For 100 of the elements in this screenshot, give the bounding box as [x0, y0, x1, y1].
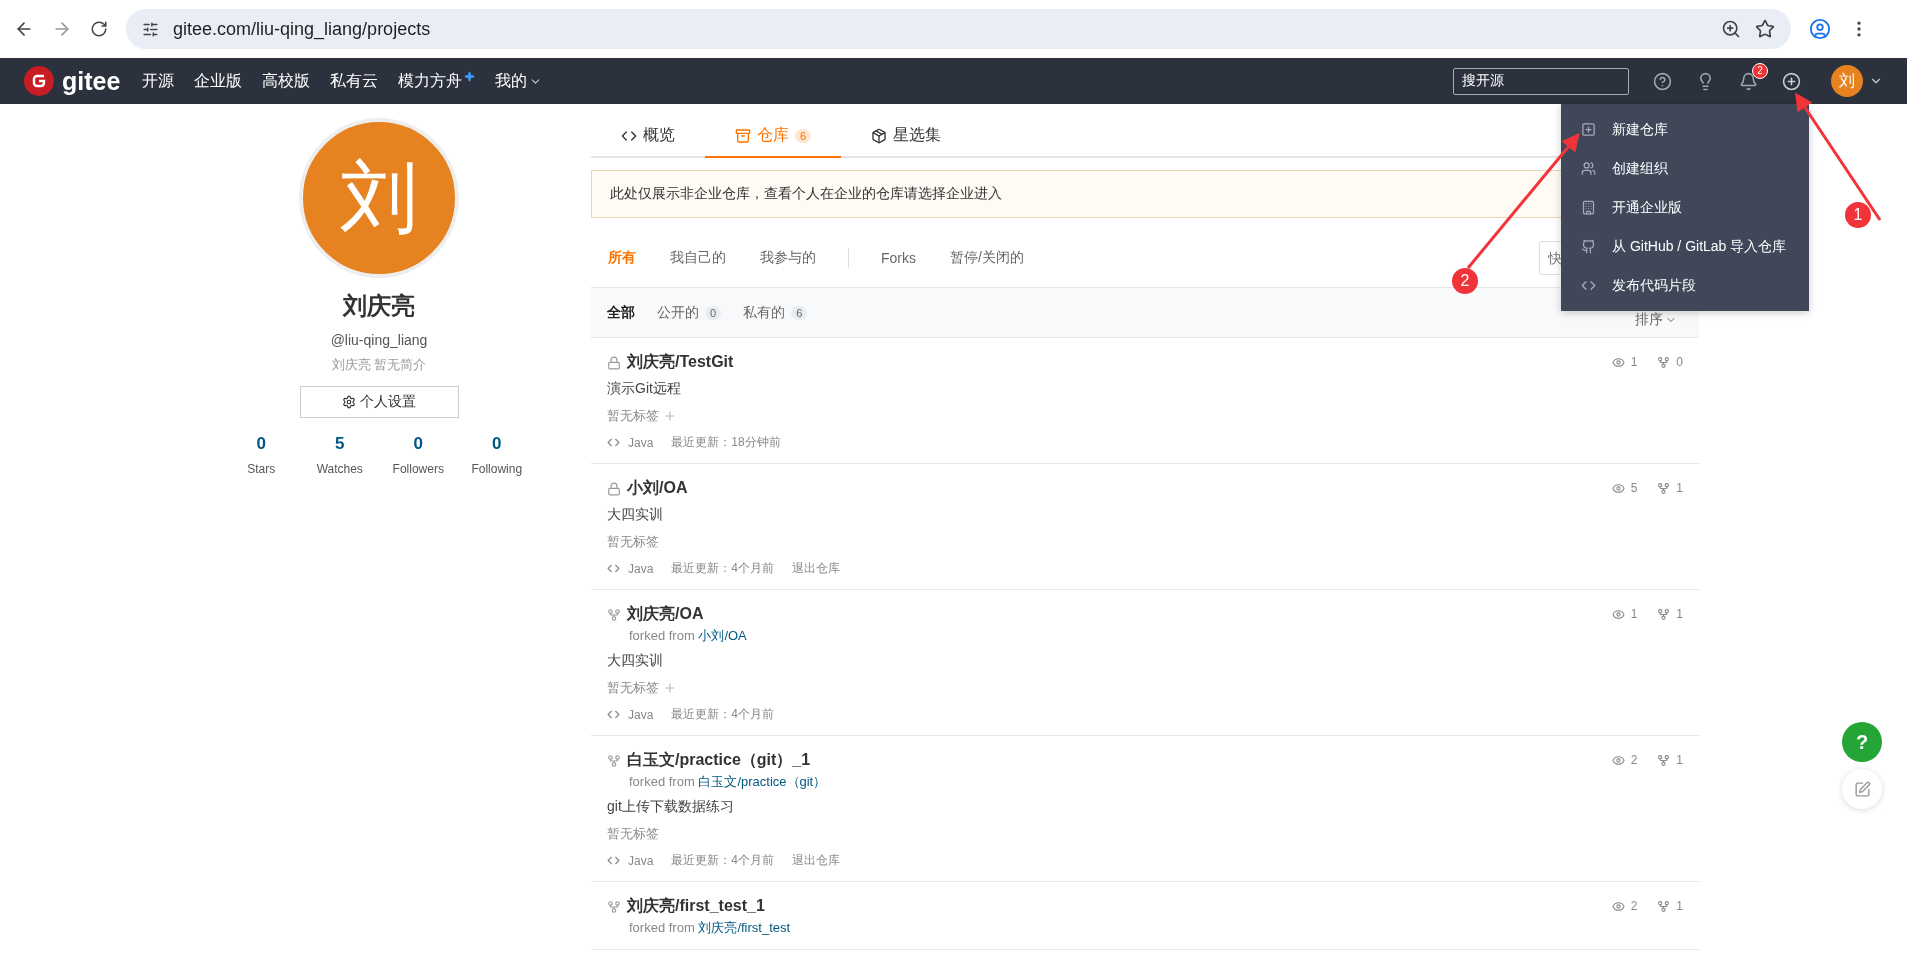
fork-icon: [607, 607, 621, 622]
repo-language: Java: [628, 707, 654, 722]
repo-tags: 暂无标签: [607, 407, 659, 425]
visibility-filter[interactable]: 公开的 0: [657, 303, 722, 322]
repo-language: Java: [628, 561, 654, 576]
eye-icon: [1611, 355, 1625, 369]
plus-icon[interactable]: [1782, 71, 1801, 91]
tab[interactable]: 星选集: [841, 125, 972, 158]
bell-icon[interactable]: [1739, 71, 1758, 91]
menu-item[interactable]: 新建仓库: [1561, 110, 1809, 149]
settings-button[interactable]: 个人设置: [299, 386, 459, 418]
people-icon: [1581, 161, 1596, 176]
forked-from-text: forked from 刘庆亮/first_test: [629, 919, 792, 937]
menu-item[interactable]: 发布代码片段: [1561, 266, 1809, 305]
filter-tab[interactable]: 暂停/关闭的: [933, 249, 1041, 267]
package-icon: [871, 127, 888, 144]
repo-description: 大四实训: [607, 652, 664, 670]
fork-icon: [607, 753, 621, 768]
code-icon: [1581, 278, 1596, 293]
repo-name-link[interactable]: 白玉文/practice（git）_1: [627, 750, 811, 771]
leave-repo-link[interactable]: 退出仓库: [792, 560, 841, 577]
fork-icon: [1657, 899, 1671, 913]
repo-name-link[interactable]: 刘庆亮/first_test_1: [627, 896, 765, 917]
filter-tab[interactable]: 我自己的: [653, 249, 743, 267]
menu-item-label: 发布代码片段: [1612, 276, 1696, 295]
watch-count: 5: [1630, 481, 1638, 495]
repo-name-link[interactable]: 刘庆亮/TestGit: [627, 352, 734, 373]
nav-link[interactable]: 开源: [142, 70, 175, 92]
menu-item-label: 开通企业版: [1612, 198, 1682, 217]
stat-value[interactable]: 0: [413, 434, 423, 454]
stat-label: Watches: [316, 462, 363, 476]
bookmark-star-icon[interactable]: [1755, 19, 1775, 39]
tab-count: 6: [795, 128, 812, 143]
menu-item[interactable]: 创建组织: [1561, 149, 1809, 188]
stat-value[interactable]: 0: [256, 434, 266, 454]
profile-avatar: 刘: [299, 118, 459, 278]
repo-updated: 最近更新：18分钟前: [671, 434, 781, 451]
search-field[interactable]: 搜开源: [1453, 67, 1629, 95]
repo-language: Java: [628, 853, 654, 868]
repo-tags: 暂无标签: [607, 679, 659, 697]
repo-description: 演示Git远程: [607, 380, 682, 398]
nav-link[interactable]: 模力方舟: [398, 70, 476, 92]
stat-label: Following: [471, 462, 523, 476]
watch-count: 2: [1630, 753, 1638, 767]
menu-item[interactable]: 从 GitHub / GitLab 导入仓库: [1561, 227, 1809, 266]
edit-icon: [1853, 780, 1871, 798]
zoom-icon[interactable]: [1721, 19, 1741, 39]
filter-count: 6: [791, 305, 808, 320]
repo-tags: 暂无标签: [607, 825, 659, 843]
forked-from-text: forked from 白玉文/practice（git）: [629, 773, 828, 791]
leave-repo-link[interactable]: 退出仓库: [792, 852, 841, 869]
fork-icon: [1657, 481, 1671, 495]
lock-icon: [607, 481, 621, 496]
repo-language: Java: [628, 435, 654, 450]
fork-icon: [1657, 355, 1671, 369]
forked-from-link[interactable]: 小刘/OA: [698, 628, 747, 643]
tab[interactable]: 概览: [591, 125, 705, 158]
site-info-icon[interactable]: [142, 20, 159, 38]
repo-description: git上传下载数据练习: [607, 798, 735, 816]
logo-icon[interactable]: [24, 66, 54, 96]
code-icon: [607, 436, 620, 449]
profile-bio: 刘庆亮 暂无简介: [331, 356, 427, 374]
stat-value[interactable]: 5: [335, 434, 345, 454]
filter-tab[interactable]: 我参与的: [743, 249, 833, 267]
forked-from-text: forked from 小刘/OA: [629, 627, 748, 645]
visibility-filter[interactable]: 私有的 6: [743, 303, 808, 322]
building-icon: [1581, 200, 1596, 215]
nav-link[interactable]: 企业版: [194, 70, 243, 92]
repo-name-link[interactable]: 小刘/OA: [627, 478, 688, 499]
repo-tags: 暂无标签: [607, 533, 659, 551]
settings-icon: [342, 395, 356, 409]
reload-icon[interactable]: [90, 20, 108, 38]
nav-link[interactable]: 我的: [495, 70, 543, 92]
profile-name: 刘庆亮: [343, 291, 415, 321]
visibility-filter[interactable]: 全部: [607, 303, 635, 322]
fork-count: 1: [1676, 899, 1683, 913]
fork-icon: [1657, 753, 1671, 767]
code-icon: [607, 562, 620, 575]
menu-item-label: 创建组织: [1612, 159, 1668, 178]
repo-updated: 最近更新：4个月前: [671, 560, 775, 577]
eye-icon: [1611, 753, 1625, 767]
annotation-marker: 2: [1452, 268, 1478, 294]
fork-count: 1: [1676, 607, 1683, 621]
forked-from-link[interactable]: 刘庆亮/first_test: [698, 920, 791, 935]
nav-link[interactable]: 私有云: [330, 70, 379, 92]
address-bar[interactable]: gitee.com/liu-qing_liang/projects: [126, 9, 1791, 49]
annotation-marker: 1: [1845, 202, 1871, 228]
stat-label: Stars: [247, 462, 276, 476]
repo-name-link[interactable]: 刘庆亮/OA: [627, 604, 704, 625]
logo-text[interactable]: gitee: [62, 66, 121, 96]
stat-value[interactable]: 0: [492, 434, 502, 454]
repo-description: 大四实训: [607, 506, 664, 524]
watch-count: 1: [1630, 607, 1638, 621]
nav-link[interactable]: 高校版: [262, 70, 311, 92]
menu-item[interactable]: 开通企业版: [1561, 188, 1809, 227]
profile-icon[interactable]: [1809, 18, 1831, 40]
help-icon[interactable]: [1653, 71, 1672, 91]
filter-tab[interactable]: Forks: [864, 250, 933, 266]
forked-from-link[interactable]: 白玉文/practice（git）: [698, 774, 827, 789]
sort-menu[interactable]: 排序: [1635, 310, 1677, 329]
